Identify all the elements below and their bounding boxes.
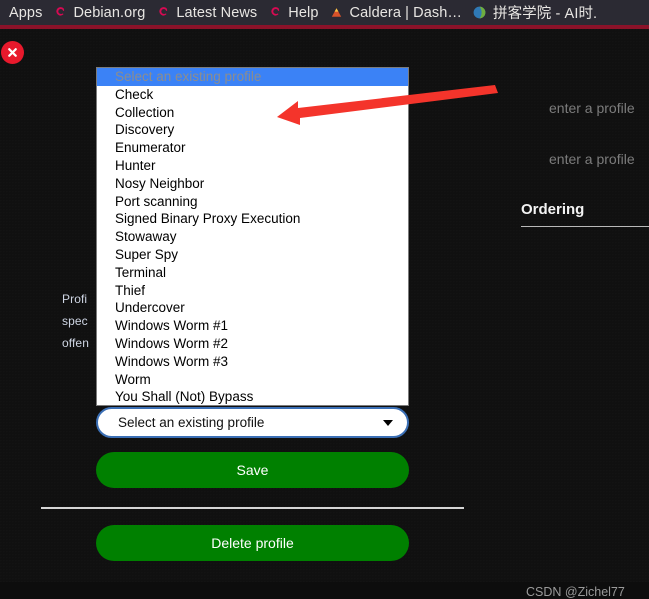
profile-description-input-placeholder[interactable]: enter a profile [549, 151, 635, 167]
save-button[interactable]: Save [96, 452, 409, 488]
caldera-profile-page: Profi spec offen e or enter a profile en… [0, 29, 649, 599]
bookmark-item-debian-org[interactable]: Debian.org [48, 0, 151, 25]
debian-swirl-icon [267, 5, 283, 21]
profile-description-line-2: spec [62, 314, 88, 328]
bookmark-label: Help [288, 4, 319, 21]
dropdown-option[interactable]: Hunter [97, 157, 408, 175]
profile-select-value: Select an existing profile [118, 415, 265, 430]
dropdown-option[interactable]: Windows Worm #3 [97, 353, 408, 371]
profile-select[interactable]: Select an existing profile [96, 407, 409, 438]
profile-description-line-3: offen [62, 336, 89, 350]
bookmark-label: Debian.org [73, 4, 146, 21]
debian-swirl-icon [155, 5, 171, 21]
browser-bookmark-bar: Apps Debian.org Latest News Help Caldera… [0, 0, 649, 25]
dropdown-option[interactable]: Check [97, 86, 408, 104]
bookmark-item-latest-news[interactable]: Latest News [151, 0, 263, 25]
dropdown-option[interactable]: Worm [97, 371, 408, 389]
dropdown-option[interactable]: Thief [97, 282, 408, 300]
debian-swirl-icon [52, 5, 68, 21]
dropdown-option[interactable]: Super Spy [97, 246, 408, 264]
profile-description-line-1: Profi [62, 292, 88, 306]
profile-name-input-placeholder[interactable]: enter a profile [549, 100, 635, 116]
dropdown-option[interactable]: Nosy Neighbor [97, 175, 408, 193]
delete-profile-button[interactable]: Delete profile [96, 525, 409, 561]
bookmark-item-apps[interactable]: Apps [0, 0, 48, 25]
bookmark-label: 拼客学院 - AI时. [492, 6, 598, 22]
bookmark-label: Latest News [176, 4, 258, 21]
dropdown-option[interactable]: Signed Binary Proxy Execution [97, 210, 408, 228]
bookmark-label: Apps [9, 4, 43, 21]
dropdown-option[interactable]: Undercover [97, 299, 408, 317]
ordering-section-title: Ordering [521, 201, 585, 218]
dropdown-option[interactable]: You Shall (Not) Bypass [97, 388, 408, 405]
dropdown-option[interactable]: Discovery [97, 121, 408, 139]
dropdown-option[interactable]: Terminal [97, 264, 408, 282]
caldera-volcano-icon [329, 5, 345, 21]
bookmark-label: Caldera | Dash… [349, 4, 462, 21]
dropdown-option[interactable]: Port scanning [97, 193, 408, 211]
bookmark-item-caldera-dashboard[interactable]: Caldera | Dash… [325, 0, 468, 25]
watermark: CSDN @Zichel77 [526, 585, 625, 599]
chevron-down-icon [383, 419, 393, 426]
dropdown-option[interactable]: Stowaway [97, 228, 408, 246]
pinke-logo-icon [472, 5, 488, 21]
bookmark-item-pinke-academy[interactable]: 拼客学院 - AI时. [468, 0, 603, 25]
profile-select-dropdown[interactable]: Select an existing profile Check Collectio… [96, 67, 409, 406]
dropdown-option[interactable]: Windows Worm #2 [97, 335, 408, 353]
dropdown-option[interactable]: Windows Worm #1 [97, 317, 408, 335]
ordering-section-divider [521, 226, 649, 227]
dropdown-option[interactable]: Collection [97, 104, 408, 122]
bookmark-item-help[interactable]: Help [263, 0, 324, 25]
close-icon[interactable] [1, 41, 24, 64]
dropdown-option[interactable]: Select an existing profile [97, 68, 408, 86]
dropdown-option[interactable]: Enumerator [97, 139, 408, 157]
section-divider [41, 507, 464, 509]
